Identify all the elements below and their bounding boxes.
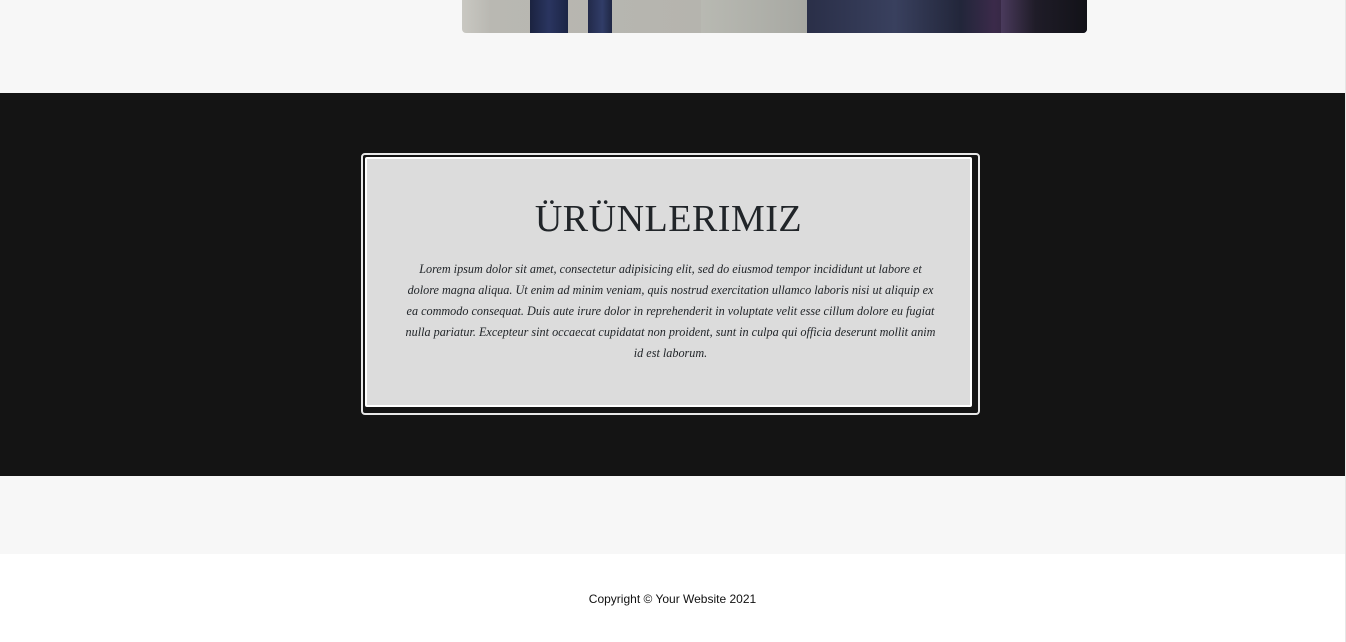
intro-section — [0, 0, 1345, 93]
footer: Copyright © Your Website 2021 — [0, 554, 1345, 642]
page: ÜRÜNLERIMIZ Lorem ipsum dolor sit amet, … — [0, 0, 1346, 642]
suit-photo-left — [462, 0, 701, 33]
products-description: Lorem ipsum dolor sit amet, consectetur … — [405, 262, 936, 360]
copyright-text: Copyright © Your Website 2021 — [588, 592, 757, 606]
suit-photo — [462, 0, 1087, 33]
products-card: ÜRÜNLERIMIZ Lorem ipsum dolor sit amet, … — [365, 157, 972, 407]
suit-photo-right — [701, 0, 1087, 33]
spacer-section — [0, 476, 1345, 554]
products-title: ÜRÜNLERIMIZ — [534, 198, 803, 240]
